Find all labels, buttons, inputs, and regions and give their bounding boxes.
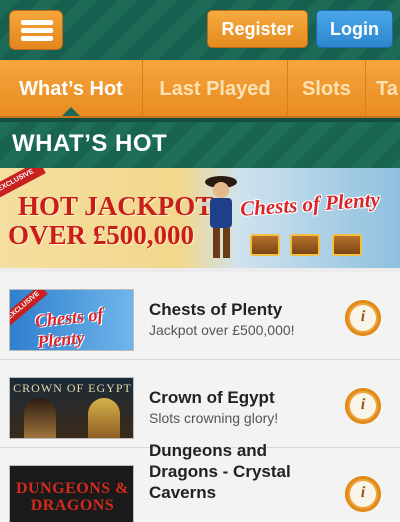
game-title[interactable]: Chests of Plenty	[149, 299, 282, 320]
tab-table-games[interactable]: Ta	[366, 60, 400, 116]
list-item[interactable]: EXCLUSIVE Chests of Plenty Chests of Ple…	[0, 272, 400, 360]
menu-line	[21, 36, 53, 41]
list-item[interactable]: DUNGEONS & DRAGONS Dungeons and Dragons …	[0, 441, 400, 522]
game-list: EXCLUSIVE Chests of Plenty Chests of Ple…	[0, 272, 400, 522]
game-subtitle: Slots crowning glory!	[149, 410, 279, 426]
thumbnail-logo: DUNGEONS & DRAGONS	[15, 480, 129, 514]
thumbnail-logo: CROWN OF EGYPT	[13, 381, 132, 395]
tab-last-played[interactable]: Last Played	[143, 60, 288, 116]
login-button[interactable]: Login	[316, 10, 393, 48]
game-subtitle: Jackpot over £500,000!	[149, 322, 295, 338]
pirate-character-image	[202, 176, 237, 258]
banner-headline: HOT JACKPOT	[18, 191, 214, 221]
section-header: WHAT’S HOT	[0, 118, 400, 168]
treasure-chest-image	[290, 234, 320, 256]
game-thumbnail[interactable]: CROWN OF EGYPT	[9, 377, 134, 439]
thumbnail-logo: Chests of Plenty	[34, 304, 105, 351]
top-bar: Register Login	[0, 0, 400, 60]
treasure-chest-image	[332, 234, 362, 256]
game-thumbnail[interactable]: EXCLUSIVE Chests of Plenty	[9, 289, 134, 351]
game-title[interactable]: Crown of Egypt	[149, 387, 275, 408]
figure-image	[24, 398, 56, 438]
banner-subheadline: OVER £500,000	[8, 220, 195, 250]
promo-banner[interactable]: EXCLUSIVE HOT JACKPOT OVER £500,000 Ches…	[0, 168, 400, 268]
menu-line	[21, 28, 53, 33]
figure-image	[88, 398, 120, 438]
game-thumbnail[interactable]: DUNGEONS & DRAGONS	[9, 465, 134, 522]
active-tab-indicator	[62, 107, 80, 116]
game-title[interactable]: Dungeons and Dragons - Crystal Caverns	[149, 440, 339, 503]
list-item[interactable]: CROWN OF EGYPT Crown of Egypt Slots crow…	[0, 360, 400, 448]
menu-line	[21, 20, 53, 25]
banner-game-logo: Chests of Plenty	[239, 187, 381, 221]
category-tabs: What’s Hot Last Played Slots Ta	[0, 60, 400, 118]
register-button[interactable]: Register	[207, 10, 308, 48]
section-title: WHAT’S HOT	[12, 130, 168, 157]
info-icon[interactable]: i	[345, 476, 381, 512]
treasure-chest-image	[250, 234, 280, 256]
tab-slots[interactable]: Slots	[288, 60, 366, 116]
info-icon[interactable]: i	[345, 388, 381, 424]
info-icon[interactable]: i	[345, 300, 381, 336]
hamburger-menu-icon[interactable]	[9, 10, 63, 50]
